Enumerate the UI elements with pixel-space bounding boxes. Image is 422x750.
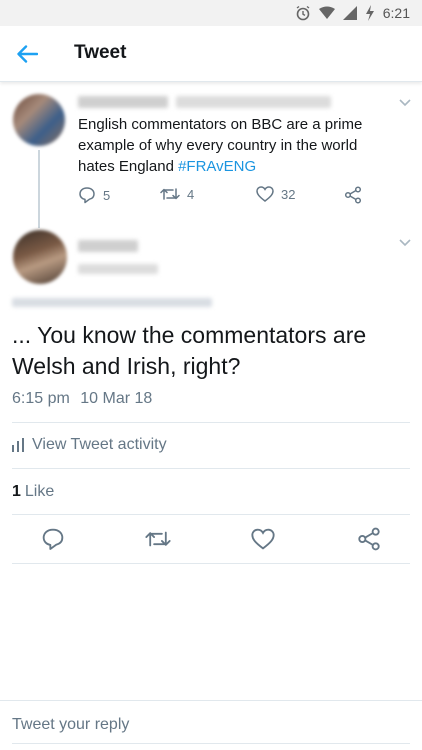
retweet-icon bbox=[145, 531, 171, 547]
like-count: 32 bbox=[281, 186, 296, 202]
wifi-icon bbox=[318, 6, 335, 19]
app-bar: Tweet bbox=[0, 26, 422, 82]
page-title: Tweet bbox=[74, 42, 127, 63]
likes-summary[interactable]: 1 Like bbox=[12, 483, 54, 501]
back-button[interactable] bbox=[12, 40, 42, 68]
main-tweet-text: ... You know the commentators are Welsh … bbox=[12, 322, 367, 379]
status-time: 6:21 bbox=[382, 5, 410, 21]
reply-input-underline bbox=[12, 743, 410, 744]
likes-label: Like bbox=[24, 483, 55, 500]
reply-button[interactable] bbox=[40, 526, 66, 552]
main-tweet-actions bbox=[0, 526, 422, 554]
main-author-handle-redacted bbox=[78, 264, 158, 274]
back-arrow-icon bbox=[17, 45, 38, 63]
divider bbox=[12, 468, 410, 469]
bar-chart-icon bbox=[12, 438, 24, 452]
divider bbox=[12, 422, 410, 423]
reply-icon bbox=[42, 528, 64, 550]
parent-tweet-actions: 5 4 32 bbox=[78, 186, 378, 208]
divider bbox=[12, 563, 410, 564]
parent-author-handle-redacted bbox=[176, 96, 331, 108]
status-bar: 6:21 bbox=[0, 0, 422, 26]
main-author-name-redacted[interactable] bbox=[78, 240, 138, 252]
alarm-icon bbox=[296, 5, 310, 21]
heart-icon bbox=[251, 528, 275, 550]
likes-count: 1 bbox=[12, 483, 21, 500]
tweet-date: 10 Mar 18 bbox=[80, 390, 153, 407]
heart-icon bbox=[256, 186, 274, 202]
parent-tweet-avatar[interactable] bbox=[13, 94, 65, 146]
retweet-icon bbox=[160, 188, 180, 200]
signal-icon bbox=[342, 6, 357, 20]
main-tweet-chevron-down-icon[interactable] bbox=[398, 238, 412, 248]
retweet-count: 4 bbox=[187, 186, 195, 202]
reply-input[interactable] bbox=[12, 716, 410, 734]
hashtag-link[interactable]: #FRAvENG bbox=[178, 158, 256, 175]
parent-tweet-text: English commentators on BBC are a prime … bbox=[78, 114, 398, 177]
charging-icon bbox=[365, 5, 374, 21]
tweet-time: 6:15 pm bbox=[12, 390, 70, 407]
share-icon bbox=[344, 186, 362, 204]
reply-action[interactable]: 5 bbox=[78, 186, 110, 204]
parent-tweet-chevron-down-icon[interactable] bbox=[398, 98, 412, 108]
reply-count: 5 bbox=[103, 187, 111, 203]
reply-icon bbox=[79, 187, 95, 204]
view-tweet-activity-link[interactable]: View Tweet activity bbox=[12, 436, 167, 454]
thread-connector-line bbox=[38, 150, 40, 228]
tweet-timestamp: 6:15 pm 10 Mar 18 bbox=[12, 390, 152, 408]
share-button[interactable] bbox=[356, 526, 382, 552]
retweet-button[interactable] bbox=[145, 526, 171, 552]
like-action[interactable]: 32 bbox=[256, 186, 295, 202]
view-tweet-activity-label: View Tweet activity bbox=[32, 436, 167, 453]
divider bbox=[12, 514, 410, 515]
like-button[interactable] bbox=[250, 526, 276, 552]
main-tweet-avatar[interactable] bbox=[13, 230, 67, 284]
replying-to-redacted[interactable] bbox=[12, 298, 212, 307]
share-action[interactable] bbox=[344, 186, 362, 204]
share-icon bbox=[358, 527, 380, 551]
retweet-action[interactable]: 4 bbox=[160, 186, 194, 202]
parent-author-name-redacted[interactable] bbox=[78, 96, 168, 108]
